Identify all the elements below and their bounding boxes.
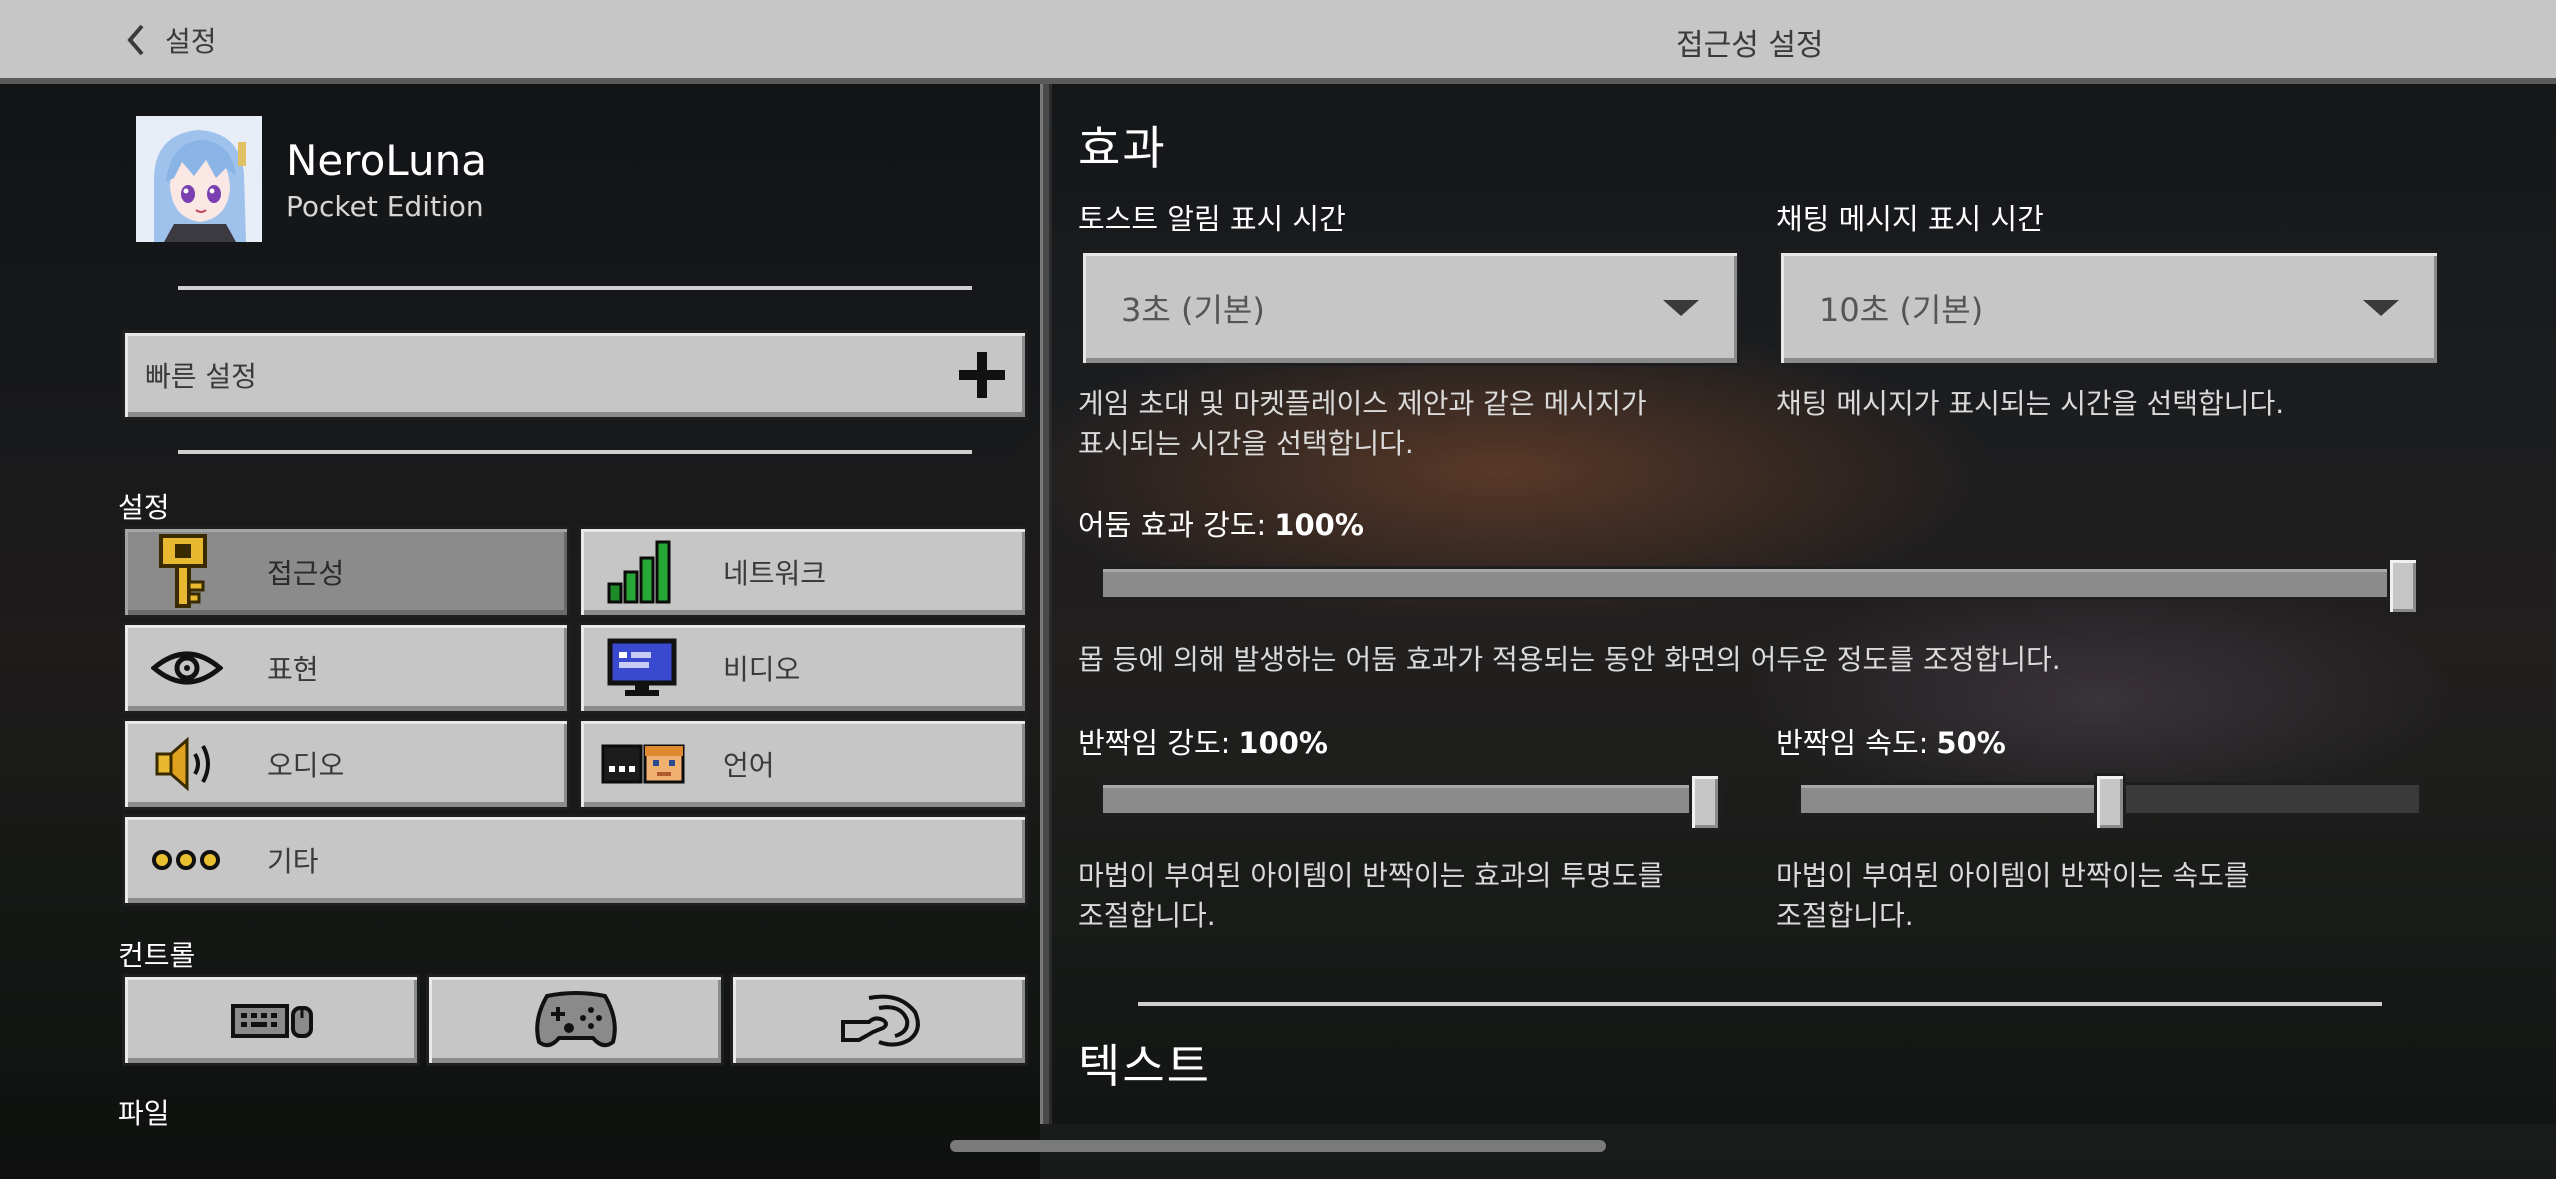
settings-item-label: 비디오	[723, 653, 801, 686]
network-signal-icon	[607, 540, 673, 604]
file-section-label: 파일	[118, 1097, 170, 1130]
settings-item-network[interactable]: 네트워크	[578, 526, 1028, 618]
avatar[interactable]	[136, 116, 262, 242]
toast-duration-description: 게임 초대 및 마켓플레이스 제안과 같은 메시지가 표시되는 시간을 선택합니…	[1078, 387, 1647, 460]
back-button[interactable]: 설정	[125, 20, 217, 60]
glint-strength-slider[interactable]	[1100, 773, 1724, 831]
settings-item-accessibility[interactable]: 접근성	[122, 526, 570, 618]
glint-speed-slider[interactable]	[1798, 773, 2422, 831]
glint-speed-label: 반짝임 속도: 50%	[1776, 720, 2006, 762]
touch-icon	[839, 992, 923, 1048]
gamepad-icon	[533, 990, 619, 1050]
glint-strength-label-text: 반짝임 강도:	[1078, 726, 1231, 760]
darkness-strength-description: 몹 등에 의해 발생하는 어둠 효과가 적용되는 동안 화면의 어두운 정도를 …	[1078, 643, 2061, 676]
panel-divider[interactable]	[1040, 84, 1052, 1124]
toast-duration-value: 3초 (기본)	[1121, 291, 1265, 329]
slider-handle[interactable]	[2387, 557, 2419, 615]
glint-strength-label: 반짝임 강도: 100%	[1078, 720, 1328, 762]
settings-item-language[interactable]: 언어	[578, 718, 1028, 810]
separator	[1138, 1002, 2382, 1006]
avatar-image	[136, 116, 262, 242]
glint-speed-label-text: 반짝임 속도:	[1776, 726, 1929, 760]
top-bar: 설정 접근성 설정	[0, 0, 2556, 84]
chat-duration-description: 채팅 메시지가 표시되는 시간을 선택합니다.	[1776, 387, 2285, 420]
darkness-strength-slider[interactable]	[1100, 557, 2422, 615]
speaker-icon	[153, 736, 221, 792]
toast-duration-dropdown[interactable]: 3초 (기본)	[1080, 250, 1740, 366]
plus-icon	[959, 352, 1005, 398]
settings-item-video[interactable]: 비디오	[578, 622, 1028, 714]
controls-section-label: 컨트롤	[118, 939, 196, 972]
slider-fill	[1103, 569, 2403, 597]
settings-item-label: 언어	[723, 749, 775, 782]
controls-gamepad-button[interactable]	[426, 974, 724, 1066]
glint-speed-description: 마법이 부여된 아이템이 반짝이는 속도를 조절합니다.	[1776, 859, 2250, 932]
right-panel	[1052, 84, 2556, 1124]
glint-strength-value: 100%	[1238, 726, 1328, 760]
slider-handle[interactable]	[2094, 773, 2126, 831]
chevron-down-icon	[1663, 300, 1699, 316]
separator	[178, 450, 972, 454]
username: NeroLuna	[286, 136, 487, 185]
page-title: 접근성 설정	[1676, 28, 1824, 63]
settings-item-label: 기타	[267, 845, 319, 878]
back-label: 설정	[165, 25, 217, 58]
eye-icon	[150, 646, 224, 690]
chevron-left-icon	[127, 24, 144, 56]
chevron-down-icon	[2363, 300, 2399, 316]
settings-item-label: 접근성	[267, 557, 345, 590]
darkness-strength-label-text: 어둠 효과 강도:	[1078, 508, 1267, 542]
settings-item-label: 표현	[267, 653, 319, 686]
glint-strength-description: 마법이 부여된 아이템이 반짝이는 효과의 투명도를 조절합니다.	[1078, 859, 1664, 932]
settings-item-label: 오디오	[267, 749, 345, 782]
home-indicator[interactable]	[950, 1140, 1606, 1152]
darkness-strength-value: 100%	[1274, 508, 1364, 542]
text-section-heading: 텍스트	[1078, 1039, 1211, 1093]
settings-item-appearance[interactable]: 표현	[122, 622, 570, 714]
effects-heading: 효과	[1078, 121, 1167, 175]
controls-touch-button[interactable]	[730, 974, 1028, 1066]
settings-item-label: 네트워크	[723, 557, 827, 590]
settings-item-other[interactable]: 기타	[122, 814, 1028, 906]
key-icon	[155, 532, 215, 612]
settings-item-audio[interactable]: 오디오	[122, 718, 570, 810]
chat-duration-value: 10초 (기본)	[1819, 291, 1984, 329]
quick-settings-button[interactable]: 빠른 설정	[122, 330, 1028, 420]
chat-duration-dropdown[interactable]: 10초 (기본)	[1778, 250, 2440, 366]
controls-keyboard-mouse-button[interactable]	[122, 974, 420, 1066]
slider-fill	[1103, 785, 1705, 813]
edition-label: Pocket Edition	[286, 190, 484, 223]
settings-section-label: 설정	[118, 491, 170, 524]
more-dots-icon	[151, 847, 221, 873]
separator	[178, 286, 972, 290]
monitor-icon	[607, 638, 677, 698]
slider-handle[interactable]	[1689, 773, 1721, 831]
glint-speed-value: 50%	[1936, 726, 2006, 760]
toast-duration-label: 토스트 알림 표시 시간	[1078, 202, 1346, 236]
darkness-strength-label: 어둠 효과 강도: 100%	[1078, 502, 1364, 544]
keyboard-mouse-icon	[231, 1000, 313, 1040]
language-icon	[601, 742, 685, 786]
slider-fill	[1801, 785, 2110, 813]
chat-duration-label: 채팅 메시지 표시 시간	[1776, 202, 2044, 236]
quick-settings-label: 빠른 설정	[145, 360, 257, 393]
